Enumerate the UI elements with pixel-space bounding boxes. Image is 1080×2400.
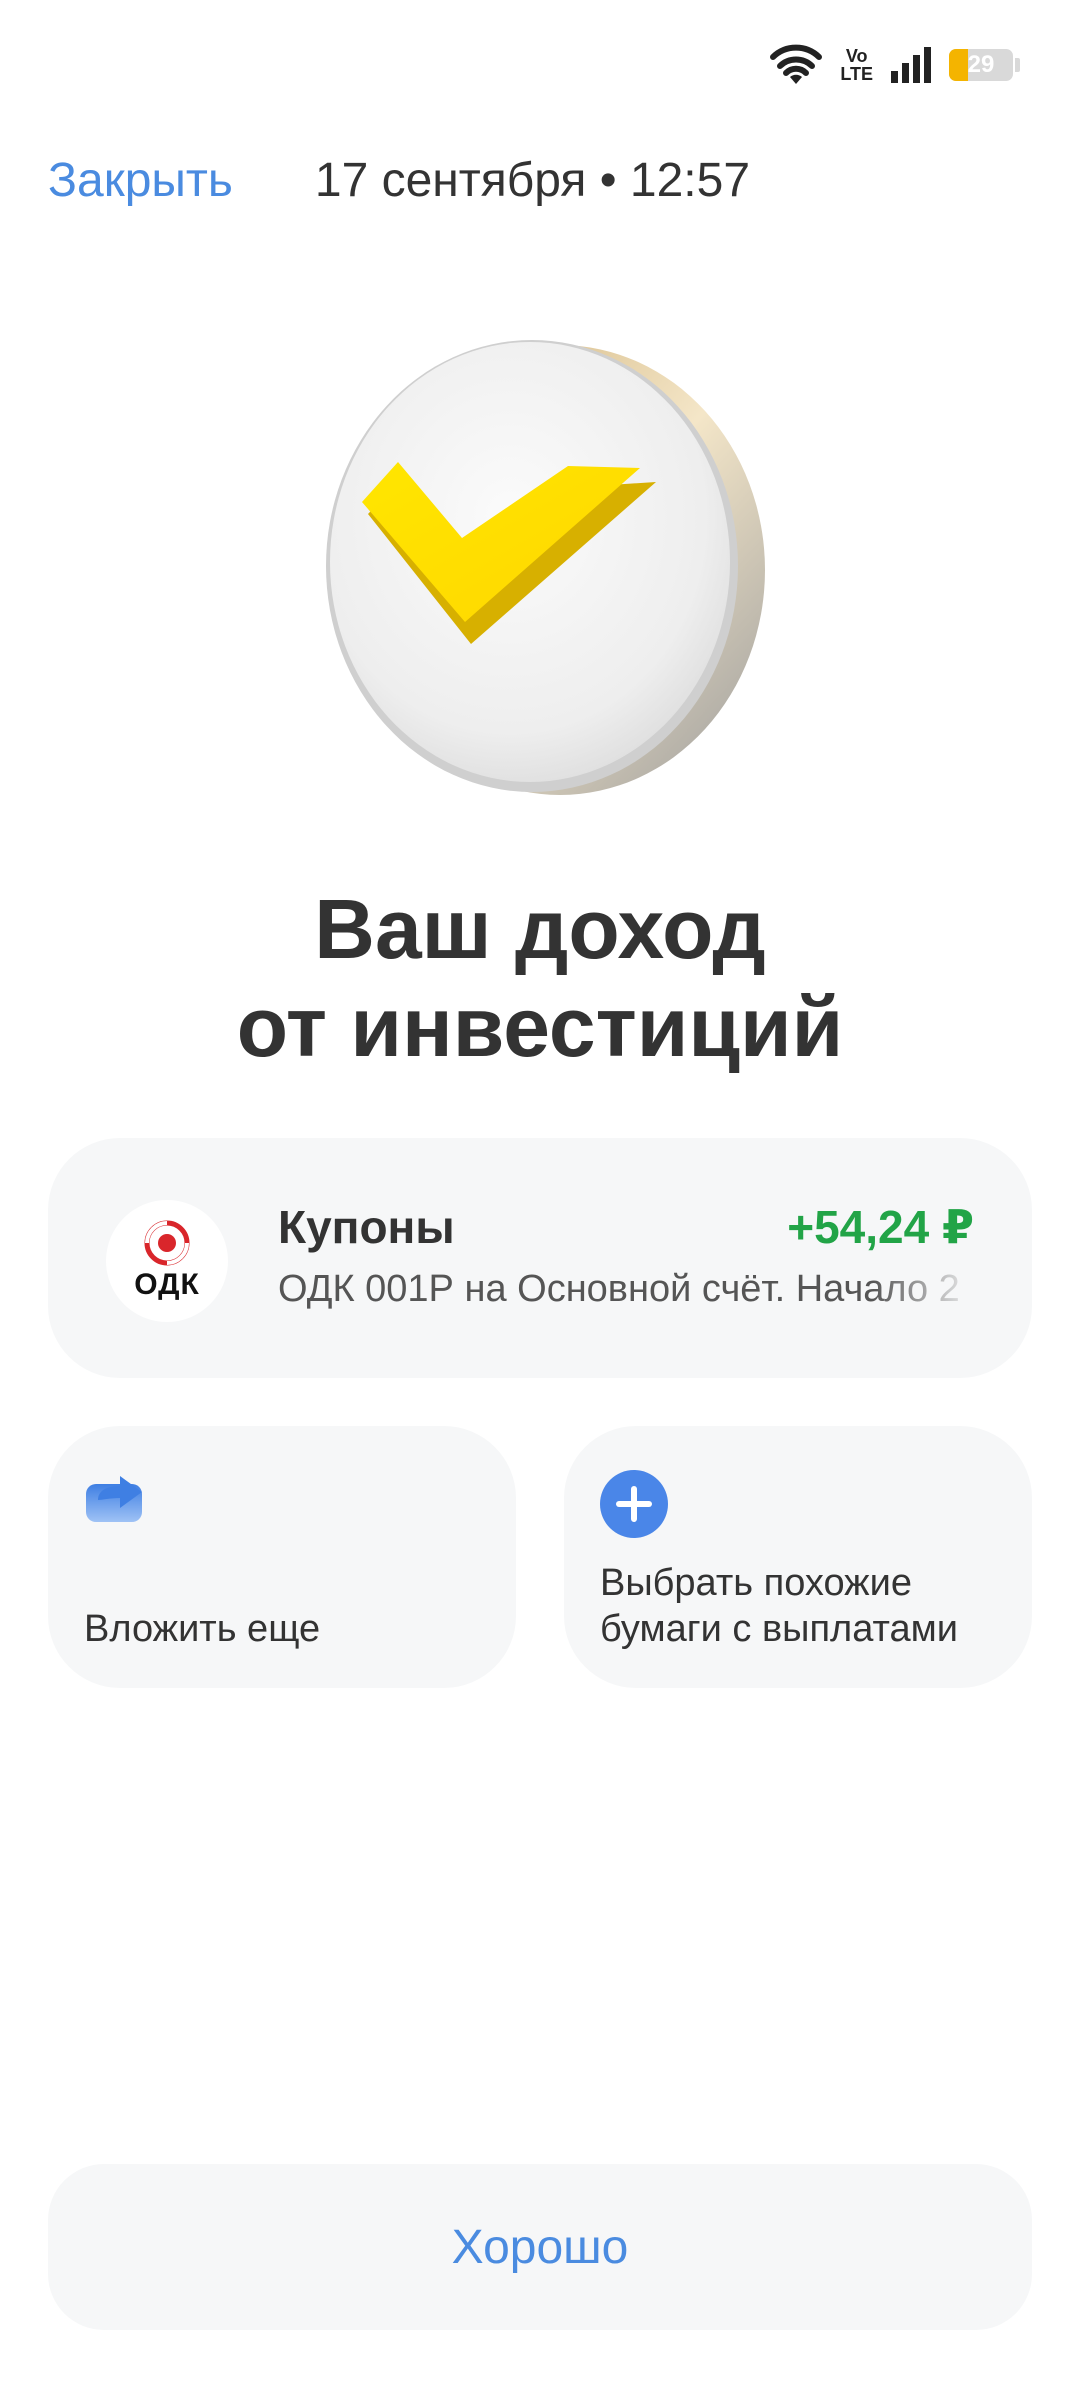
operation-datetime: 17 сентября • 12:57: [314, 153, 751, 207]
signal-icon: [891, 47, 931, 83]
transaction-card[interactable]: ОДК Купоны +54,24 ₽ ОДК 001Р на Основной…: [48, 1138, 1032, 1378]
ok-button[interactable]: Хорошо: [48, 2164, 1032, 2330]
invest-more-label: Вложить еще: [84, 1608, 321, 1650]
transaction-description: ОДК 001Р на Основной счёт. Начало 2: [278, 1268, 960, 1310]
odk-swirl-icon: [144, 1220, 190, 1266]
share-arrow-icon: [84, 1470, 144, 1527]
title-line-2: от инвестиций: [236, 980, 844, 1074]
wifi-icon: [770, 44, 823, 86]
odk-logo: ОДК: [106, 1200, 228, 1322]
similar-securities-label: Выбрать похожие бумаги с выплатами: [600, 1562, 958, 1650]
plus-circle-icon: [600, 1470, 668, 1543]
transaction-title: Купоны: [278, 1201, 455, 1253]
invest-more-tile[interactable]: Вложить еще: [48, 1426, 516, 1688]
status-bar: Vo LTE 29: [770, 30, 1020, 100]
battery-level: 29: [967, 51, 995, 78]
transaction-amount: +54,24 ₽: [787, 1201, 974, 1253]
yellow-checkmark-coin-icon: [310, 330, 780, 810]
battery-icon: 29: [949, 49, 1013, 81]
header: Закрыть 17 сентября • 12:57: [48, 140, 1032, 220]
similar-securities-tile[interactable]: Выбрать похожие бумаги с выплатами: [564, 1426, 1032, 1688]
close-button[interactable]: Закрыть: [48, 153, 233, 208]
volte-indicator: Vo LTE: [840, 46, 873, 84]
title-line-1: Ваш доход: [314, 882, 766, 976]
logo-text: ОДК: [134, 1268, 200, 1301]
page-title: Ваш доход от инвестиций: [0, 880, 1080, 1076]
battery-cap: [1015, 58, 1020, 72]
